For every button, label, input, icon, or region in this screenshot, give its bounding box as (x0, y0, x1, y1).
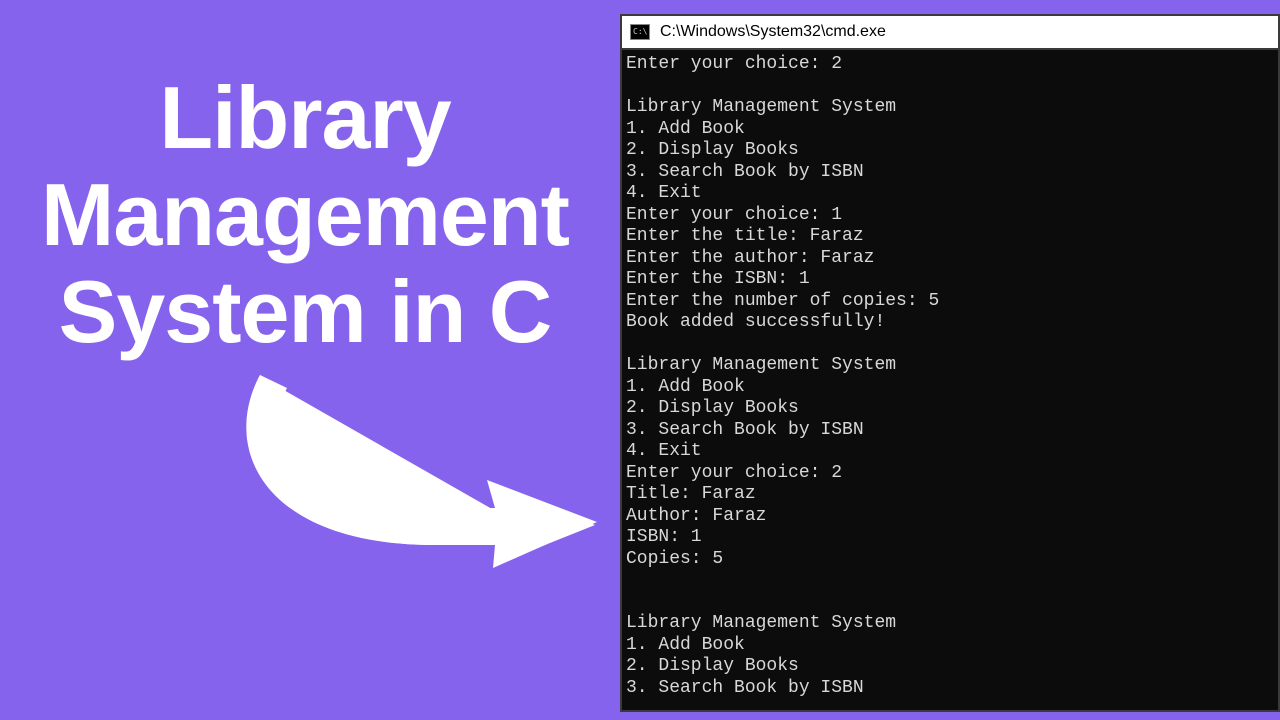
console-line: 2. Display Books (626, 398, 1274, 420)
console-line (626, 334, 1274, 356)
console-line: 1. Add Book (626, 119, 1274, 141)
title-bar[interactable]: C:\ C:\Windows\System32\cmd.exe (622, 16, 1278, 50)
console-line: 1. Add Book (626, 377, 1274, 399)
console-line: 4. Exit (626, 183, 1274, 205)
console-line: Enter the title: Faraz (626, 226, 1274, 248)
cmd-icon: C:\ (630, 24, 650, 40)
console-line: Enter your choice: 2 (626, 463, 1274, 485)
console-line: Enter the number of copies: 5 (626, 291, 1274, 313)
console-line: ISBN: 1 (626, 527, 1274, 549)
window-title: C:\Windows\System32\cmd.exe (660, 23, 886, 41)
console-line: Library Management System (626, 355, 1274, 377)
console-line: Enter the author: Faraz (626, 248, 1274, 270)
console-line: 3. Search Book by ISBN (626, 162, 1274, 184)
console-line: 3. Search Book by ISBN (626, 420, 1274, 442)
console-line: Enter your choice: 2 (626, 54, 1274, 76)
console-line: Book added successfully! (626, 312, 1274, 334)
console-line: Author: Faraz (626, 506, 1274, 528)
console-line: 3. Search Book by ISBN (626, 678, 1274, 700)
heading-line-3: System in C (0, 264, 610, 361)
console-line (626, 570, 1274, 592)
console-line: Enter the ISBN: 1 (626, 269, 1274, 291)
console-output[interactable]: Enter your choice: 2 Library Management … (622, 50, 1278, 710)
console-line (626, 76, 1274, 98)
arrow-icon (235, 370, 605, 570)
console-line (626, 592, 1274, 614)
heading-line-1: Library (0, 70, 610, 167)
console-line: Title: Faraz (626, 484, 1274, 506)
console-line: 2. Display Books (626, 140, 1274, 162)
console-line: Enter your choice: 1 (626, 205, 1274, 227)
console-line: 1. Add Book (626, 635, 1274, 657)
cmd-window: C:\ C:\Windows\System32\cmd.exe Enter yo… (620, 14, 1280, 712)
console-line: Library Management System (626, 613, 1274, 635)
console-line: 4. Exit (626, 441, 1274, 463)
heading-area: Library Management System in C (0, 70, 610, 360)
console-line: Copies: 5 (626, 549, 1274, 571)
console-line: Library Management System (626, 97, 1274, 119)
console-line: 2. Display Books (626, 656, 1274, 678)
heading-line-2: Management (0, 167, 610, 264)
